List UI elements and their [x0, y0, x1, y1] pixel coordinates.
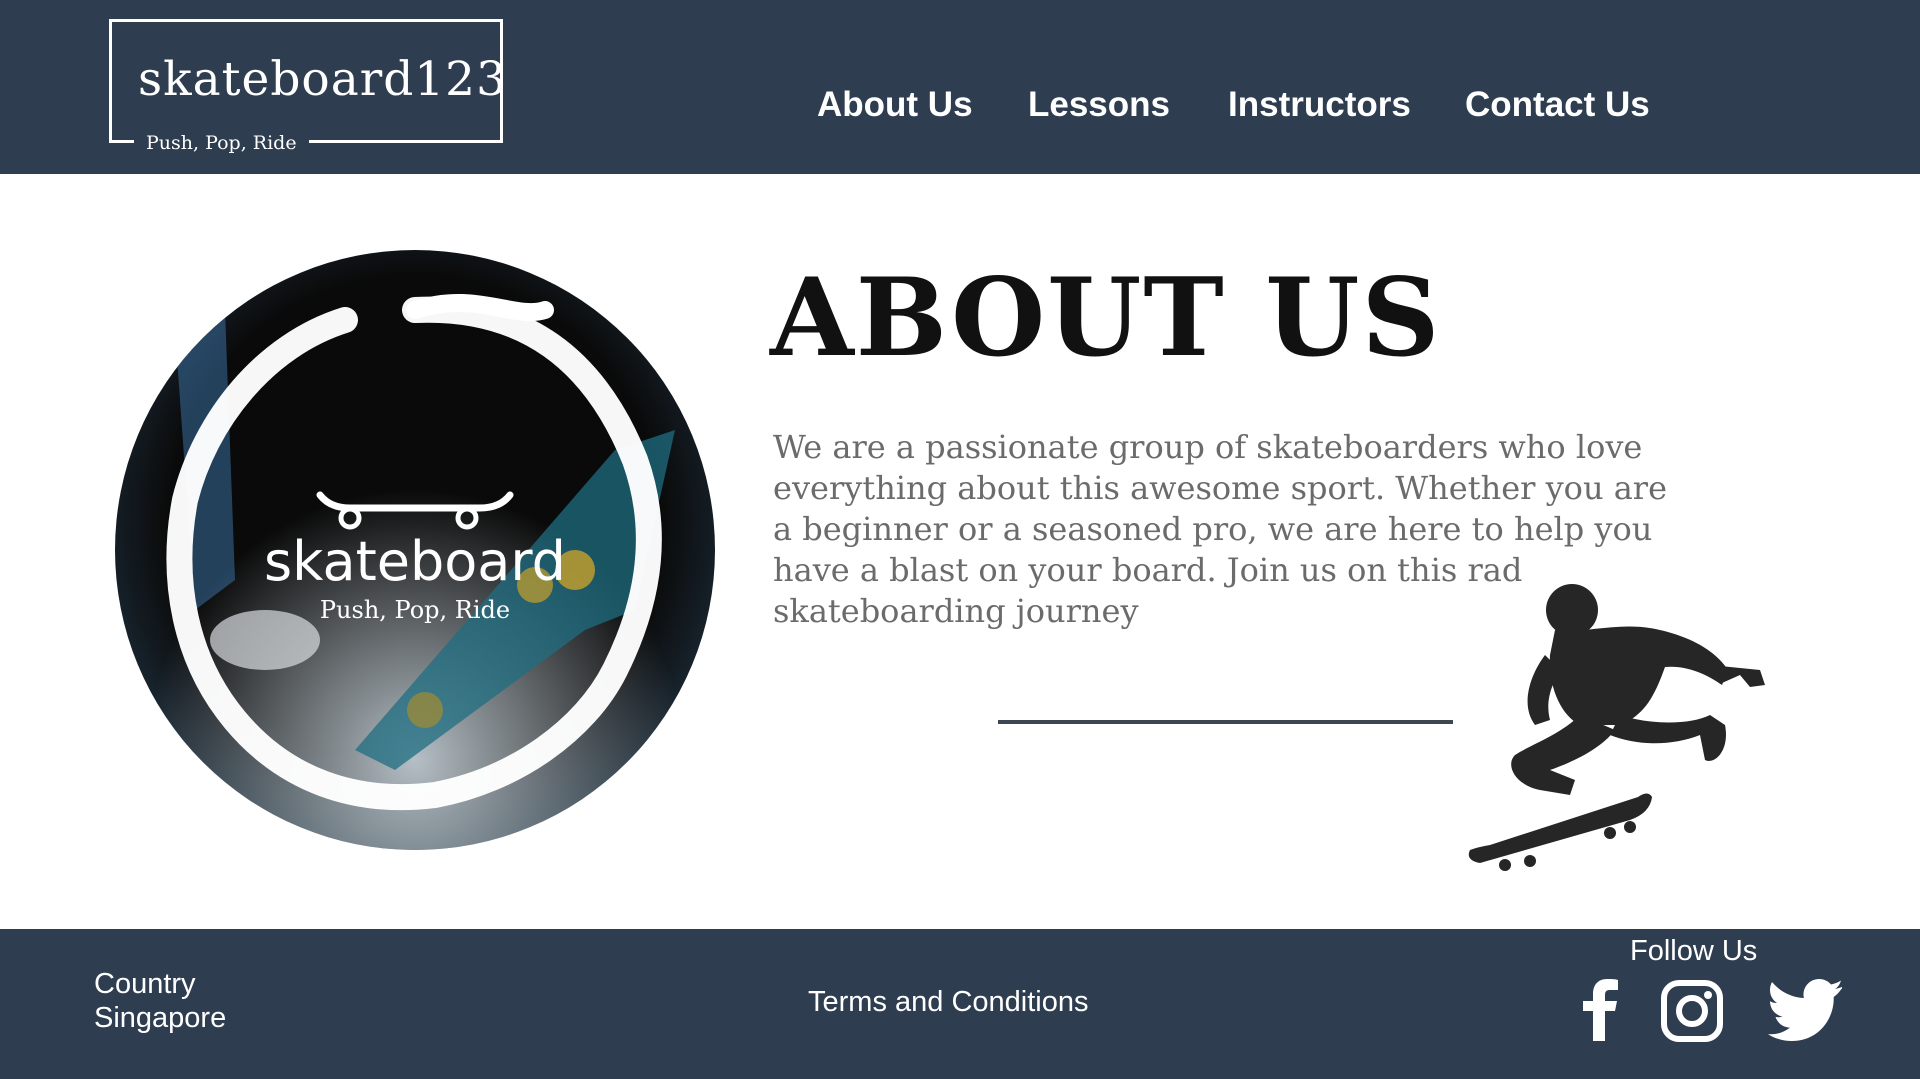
follow-us-label: Follow Us: [1630, 935, 1758, 967]
nav-lessons[interactable]: Lessons: [1028, 85, 1170, 125]
terms-link[interactable]: Terms and Conditions: [808, 986, 1088, 1019]
country-value: Singapore: [94, 1002, 227, 1034]
hero-logo-image: skateboard Push, Pop, Ride: [115, 250, 715, 850]
section-divider: [998, 720, 1453, 724]
nav-about-us[interactable]: About Us: [817, 85, 973, 125]
hero-brand-text: skateboard: [264, 530, 566, 593]
instagram-icon[interactable]: [1660, 979, 1724, 1043]
site-footer: Country Singapore Terms and Conditions F…: [0, 929, 1920, 1079]
facebook-icon[interactable]: [1580, 979, 1622, 1041]
logo-title: skateboard123: [138, 52, 507, 107]
twitter-icon[interactable]: [1768, 979, 1842, 1041]
nav-contact-us[interactable]: Contact Us: [1465, 85, 1650, 125]
country-label: Country: [94, 968, 196, 1000]
site-logo[interactable]: skateboard123 Push, Pop, Ride: [109, 19, 506, 154]
country-info: Country Singapore: [94, 967, 226, 1035]
page-title: ABOUT US: [770, 255, 1442, 381]
hero-tagline: Push, Pop, Ride: [319, 596, 511, 624]
skater-silhouette-icon: [1468, 584, 1765, 871]
site-header: skateboard123 Push, Pop, Ride About Us L…: [0, 0, 1920, 174]
logo-tagline: Push, Pop, Ride: [134, 132, 309, 154]
nav-instructors[interactable]: Instructors: [1228, 85, 1411, 125]
